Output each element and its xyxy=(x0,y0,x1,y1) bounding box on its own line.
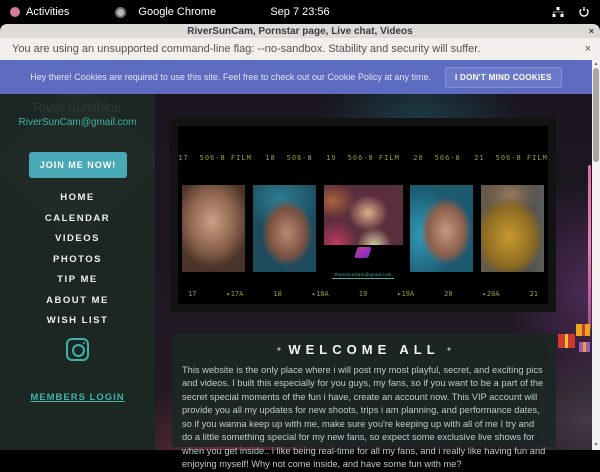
gift-red xyxy=(558,334,575,348)
frame-number: 21 xyxy=(530,290,538,298)
gift-boxes-image xyxy=(556,322,596,364)
sidebar-item-calendar[interactable]: CALENDAR xyxy=(0,209,155,230)
frame-number: 19 xyxy=(326,154,336,162)
gift-yellow xyxy=(576,324,590,336)
frame-number: 21 xyxy=(474,154,484,162)
sidebar: River Sunshine RiverSunCam@gmail.com JOI… xyxy=(0,94,155,450)
instagram-icon[interactable] xyxy=(66,338,89,361)
photo-thumbnail-4[interactable] xyxy=(410,185,473,272)
welcome-title-text: WELCOME ALL xyxy=(288,342,439,357)
site-logo-text: RiverSunCam@gmail.com xyxy=(332,272,393,279)
scrollbar-thumb[interactable] xyxy=(593,68,599,162)
welcome-panel: ✦WELCOME ALL✦ This website is the only p… xyxy=(172,334,556,447)
window-titlebar[interactable]: RiverSunCam, Pornstar page, Live chat, V… xyxy=(0,24,600,38)
window-title: RiverSunCam, Pornstar page, Live chat, V… xyxy=(187,26,412,37)
film-edge-text: 506-8 FILM xyxy=(348,154,400,162)
power-icon[interactable] xyxy=(578,6,590,18)
welcome-body-text: This website is the only place where i w… xyxy=(182,364,546,472)
sidebar-item-home[interactable]: HOME xyxy=(0,188,155,209)
photo-thumbnail-3-image xyxy=(324,185,403,245)
photo-thumbnail-3[interactable]: RiverSunCam@gmail.com xyxy=(324,185,403,272)
photo-thumbnail-5[interactable] xyxy=(481,185,544,272)
cookie-banner: Hey there! Cookies are required to use t… xyxy=(0,60,592,94)
frame-number: ▸18A xyxy=(312,290,329,298)
frame-number: 18 xyxy=(273,290,281,298)
filmstrip-inner: 17 506-8 FILM 18 506-8 19 506-8 FILM 20 506-… xyxy=(178,126,548,304)
frame-number: 17 xyxy=(188,290,196,298)
system-bar: Activities Google Chrome Sep 7 23:56 xyxy=(0,0,600,24)
scroll-down-icon[interactable]: ▼ xyxy=(592,442,600,448)
warning-close-icon[interactable]: × xyxy=(585,43,591,55)
film-edge-text: 506-8 FILM xyxy=(496,154,548,162)
warning-text: You are using an unsupported command-lin… xyxy=(12,43,480,55)
cookie-accept-button[interactable]: I DON'T MIND COOKIES xyxy=(445,67,562,88)
model-name: River Sunshine xyxy=(0,100,155,115)
window-close-icon[interactable]: × xyxy=(589,26,594,36)
film-edge-text: 506-8 FILM xyxy=(200,154,252,162)
frame-number: ▸19A xyxy=(397,290,414,298)
filmstrip-top-labels: 17 506-8 FILM 18 506-8 19 506-8 FILM 20 506-… xyxy=(178,154,548,162)
photo-thumbnail-1[interactable] xyxy=(182,185,245,272)
warning-bar: You are using an unsupported command-lin… xyxy=(0,38,600,60)
frame-number: 18 xyxy=(265,154,275,162)
frame-number: ▸20A xyxy=(483,290,500,298)
join-me-now-button[interactable]: JOIN ME NOW! xyxy=(29,152,127,178)
welcome-title: ✦WELCOME ALL✦ xyxy=(182,342,546,357)
film-edge-text: 506-8 xyxy=(287,154,313,162)
film-edge-text: 506-8 xyxy=(435,154,461,162)
scrollbar[interactable]: ▲ ▼ xyxy=(592,60,600,450)
sidebar-item-about-me[interactable]: ABOUT ME xyxy=(0,291,155,312)
clock[interactable]: Sep 7 23:56 xyxy=(0,6,600,18)
members-login-link[interactable]: MEMBERS LOGIN xyxy=(0,392,155,403)
frame-number: 20 xyxy=(413,154,423,162)
frame-number: 20 xyxy=(444,290,452,298)
frame-number: 17 xyxy=(178,154,188,162)
sidebar-item-videos[interactable]: VIDEOS xyxy=(0,229,155,250)
ornament-left: ✦ xyxy=(270,345,289,354)
background-pink-highlight xyxy=(588,165,591,330)
filmstrip-bottom-labels: 17 ▸17A 18 ▸18A 19 ▸19A 20 ▸20A 21 xyxy=(188,290,538,298)
network-icon[interactable] xyxy=(552,6,564,18)
sidebar-menu: HOME CALENDAR VIDEOS PHOTOS TIP ME ABOUT… xyxy=(0,188,155,332)
site-logo-icon xyxy=(354,247,372,258)
sidebar-item-photos[interactable]: PHOTOS xyxy=(0,250,155,271)
frame-number: ▸17A xyxy=(226,290,243,298)
sidebar-item-wish-list[interactable]: WISH LIST xyxy=(0,311,155,332)
filmstrip: 17 506-8 FILM 18 506-8 19 506-8 FILM 20 506-… xyxy=(170,118,556,312)
photo-thumbnails-row: RiverSunCam@gmail.com xyxy=(178,185,548,272)
gift-purple xyxy=(579,342,590,352)
model-email[interactable]: RiverSunCam@gmail.com xyxy=(0,117,155,128)
photo-thumbnail-2[interactable] xyxy=(253,185,316,272)
sidebar-item-tip-me[interactable]: TIP ME xyxy=(0,270,155,291)
frame-number: 19 xyxy=(359,290,367,298)
cookie-text: Hey there! Cookies are required to use t… xyxy=(30,72,431,82)
ornament-right: ✦ xyxy=(440,345,459,354)
thumbnail-logo: RiverSunCam@gmail.com xyxy=(324,245,403,272)
scroll-up-icon[interactable]: ▲ xyxy=(592,61,600,67)
